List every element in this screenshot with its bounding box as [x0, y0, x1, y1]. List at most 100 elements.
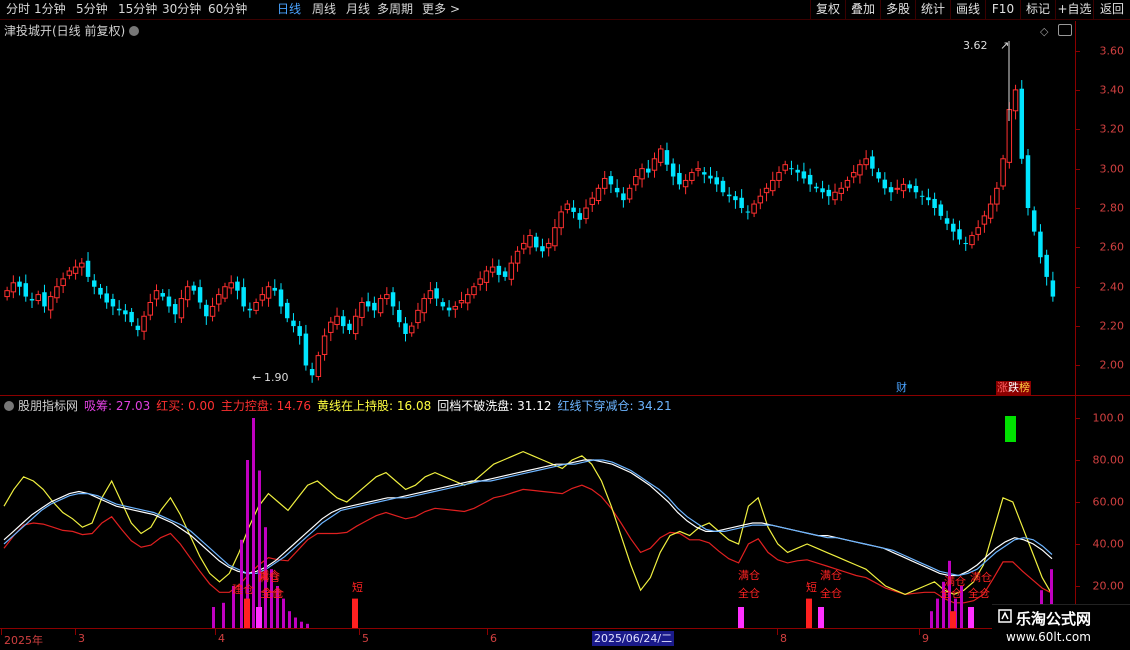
indicator-chart[interactable] [0, 396, 1075, 628]
candle [502, 267, 508, 281]
candle [253, 298, 259, 315]
candle [577, 208, 583, 229]
candle [521, 234, 527, 255]
candle [589, 191, 595, 212]
date-axis: 2025/06/24/二 2025年 3 4 5 6 8 9 [0, 628, 1130, 650]
candle [726, 187, 732, 203]
candle [682, 174, 689, 195]
candle [352, 308, 359, 340]
date-tick [487, 629, 488, 635]
candle [85, 252, 91, 283]
candlestick-chart[interactable] [0, 21, 1075, 395]
candle [614, 179, 620, 198]
rank-badge[interactable]: 涨跌榜 [996, 381, 1031, 395]
candle [104, 285, 109, 309]
price-y-axis: 3.60 3.40 3.20 3.00 2.80 2.60 2.40 2.20 2.00 [1075, 21, 1130, 395]
price-chart-pane[interactable]: 津投城开(日线 前复权) 3.62 1.90 ← ↗ ◇ 财 涨跌榜 [0, 21, 1075, 395]
toolbar-button-8[interactable]: 返回 [1093, 0, 1130, 20]
diamond-icon[interactable]: ◇ [1040, 25, 1048, 38]
period-2[interactable]: 5分钟 [76, 1, 108, 18]
title-dropdown-icon[interactable] [129, 26, 140, 36]
candle [403, 317, 408, 342]
candle [235, 276, 240, 300]
candle [981, 210, 988, 233]
toolbar-button-7[interactable]: +自选 [1055, 0, 1093, 20]
stock-title-text: 津投城开(日线 前复权) [4, 24, 126, 38]
candle [291, 313, 296, 333]
candle [621, 187, 626, 208]
low-arrow-icon: ← [252, 371, 262, 384]
period-10[interactable]: 更多 [422, 1, 446, 18]
finance-badge[interactable]: 财 [895, 381, 908, 395]
indicator-dropdown-icon[interactable] [4, 401, 14, 411]
date-tick [919, 629, 920, 635]
candle [1012, 84, 1019, 120]
candle [870, 150, 875, 177]
candle [184, 280, 191, 308]
date-label-6: 9 [922, 632, 929, 645]
candle [408, 322, 415, 337]
price-tick-mark [1076, 208, 1080, 209]
period-5[interactable]: 60分钟 [208, 1, 247, 18]
period-7[interactable]: 周线 [312, 1, 336, 18]
period-8[interactable]: 月线 [346, 1, 370, 18]
toolbar-button-2[interactable]: 多股 [880, 0, 915, 20]
toolbar-button-4[interactable]: 画线 [950, 0, 985, 20]
toolbar-button-1[interactable]: 叠加 [845, 0, 880, 20]
candle [178, 289, 185, 323]
candle [757, 188, 764, 210]
candle [471, 282, 477, 299]
price-tick-mark [1076, 286, 1080, 288]
candle [372, 296, 377, 318]
period-1[interactable]: 1分钟 [34, 1, 66, 18]
candle [583, 199, 589, 224]
candle [963, 236, 968, 251]
price-tick-mark [1076, 89, 1080, 91]
candle [265, 281, 272, 307]
date-label-3: 5 [362, 632, 369, 645]
candle [452, 301, 459, 318]
candle [66, 267, 73, 280]
period-9[interactable]: 多周期 [377, 1, 413, 18]
candle [17, 276, 22, 296]
period-4[interactable]: 30分钟 [162, 1, 201, 18]
candle [664, 142, 670, 171]
toolbar-button-0[interactable]: 复权 [810, 0, 845, 20]
candle [297, 320, 302, 345]
signal-label: 短 [352, 581, 363, 594]
accumulation-bar [222, 602, 225, 628]
signal-block [968, 607, 974, 628]
candle [116, 300, 122, 316]
toolbar-button-6[interactable]: 标记 [1020, 0, 1055, 20]
candle [882, 172, 888, 195]
period-6[interactable]: 日线 [277, 1, 301, 18]
more-arrow-icon[interactable]: > [450, 1, 460, 18]
candle [321, 328, 328, 361]
signal-block [818, 607, 824, 628]
indicator-pane[interactable]: 股朋指标网 吸筹: 27.03 红买: 0.00 主力控盘: 14.76 黄线在上持股:… [0, 396, 1075, 628]
white-line [3, 459, 1053, 577]
candle [863, 150, 869, 170]
price-tick-label: 2.80 [1099, 201, 1125, 215]
candle [222, 282, 228, 303]
high-price-label: 3.62 [963, 39, 988, 52]
pane-window-icon[interactable] [1058, 24, 1072, 36]
price-tick-label: 3.40 [1099, 83, 1125, 97]
candle [733, 191, 738, 209]
candle [552, 219, 558, 251]
candle [197, 279, 203, 309]
candle [876, 168, 881, 183]
signal-label: 满仓 [820, 569, 842, 582]
watermark-logo-icon [998, 609, 1012, 623]
candle [60, 272, 66, 294]
period-3[interactable]: 15分钟 [118, 1, 157, 18]
toolbar-button-3[interactable]: 统计 [915, 0, 950, 20]
candle [545, 238, 552, 257]
candle [334, 307, 340, 330]
candle [153, 284, 160, 307]
candle [365, 292, 371, 312]
period-0[interactable]: 分时 [6, 1, 30, 18]
price-tick-mark [1076, 168, 1080, 170]
toolbar-button-5[interactable]: F10 [985, 0, 1020, 20]
red-line [3, 484, 1053, 604]
